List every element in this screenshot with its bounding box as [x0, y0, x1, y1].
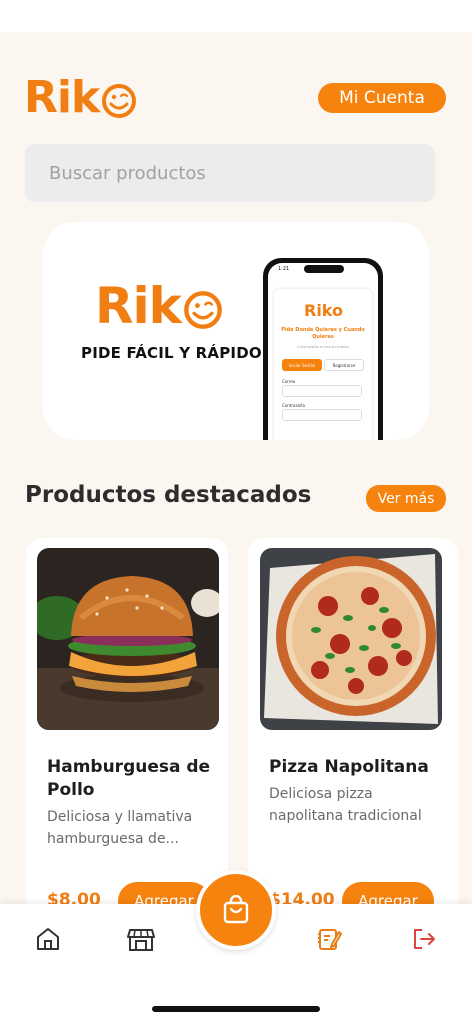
nav-logout[interactable] [409, 924, 439, 954]
product-description: Deliciosa pizza napolitana tradicional [269, 786, 422, 824]
my-account-button[interactable]: Mi Cuenta [318, 83, 446, 113]
see-more-button[interactable]: Ver más [366, 485, 446, 512]
product-price: $14.00 [269, 890, 335, 904]
pizza-image [260, 548, 442, 730]
promo-banner[interactable]: Rik PIDE FÁCIL Y RÁPIDO 1:21 Riko Pide D… [43, 222, 429, 440]
logout-icon [414, 929, 435, 949]
phone-screen: 1:21 Riko Pide Donde Quieras y Cuando Qu… [268, 263, 378, 440]
cart-icon [223, 895, 249, 924]
product-description: Deliciosa y llamativa hamburguesa de... [47, 809, 193, 847]
cart-button[interactable] [196, 870, 276, 950]
search-input[interactable] [25, 144, 435, 202]
product-name: Pizza Napolitana [269, 757, 429, 777]
home-indicator[interactable] [152, 1006, 320, 1012]
product-card[interactable]: Hamburguesa de Pollo Deliciosa y llamati… [26, 538, 228, 904]
phone-login-card: Riko Pide Donde Quieras y Cuando Quieras… [274, 289, 372, 440]
logo-text: Rik [24, 72, 100, 123]
orders-icon [318, 929, 342, 950]
phone-login-tab: Iniciar Sesión [282, 359, 322, 371]
phone-field1 [282, 385, 362, 397]
phone-field2-label: Contraseña [282, 403, 305, 408]
product-card[interactable]: Pizza Napolitana Deliciosa pizza napolit… [248, 538, 458, 904]
phone-notch [304, 265, 344, 273]
store-icon [127, 929, 155, 951]
phone-subtitle: Inicia sesión o crea tu cuenta [297, 345, 349, 349]
riko-logo: Rik [24, 74, 137, 122]
banner-logo-text: Rik [95, 277, 182, 335]
nav-orders[interactable] [314, 924, 344, 954]
phone-register-tab: Registrarse [324, 359, 364, 371]
phone-mockup: 1:21 Riko Pide Donde Quieras y Cuando Qu… [263, 258, 383, 440]
add-to-cart-button[interactable]: Agregar [342, 882, 434, 904]
phone-time: 1:21 [278, 266, 290, 272]
product-price: $8.00 [47, 890, 101, 904]
phone-field1-label: Correo [282, 379, 296, 384]
smiley-o-logo-icon [102, 84, 137, 118]
product-name: Hamburguesa de Pollo [47, 757, 211, 800]
banner-tagline: PIDE FÁCIL Y RÁPIDO [81, 344, 262, 362]
nav-store[interactable] [126, 924, 156, 954]
phone-field2 [282, 409, 362, 421]
smiley-o-logo-icon [184, 291, 222, 329]
phone-logo: Riko [304, 301, 344, 320]
banner-logo: Rik [95, 278, 223, 334]
phone-title: Pide Donde Quieras y Cuando Quieras [281, 327, 365, 340]
app-screen: Rik Mi Cuenta Rik PIDE FÁCIL Y RÁPIDO 1:… [0, 32, 472, 904]
nav-home[interactable] [33, 924, 63, 954]
featured-title: Productos destacados [25, 482, 312, 508]
home-icon [37, 928, 59, 950]
burger-image [37, 548, 219, 730]
